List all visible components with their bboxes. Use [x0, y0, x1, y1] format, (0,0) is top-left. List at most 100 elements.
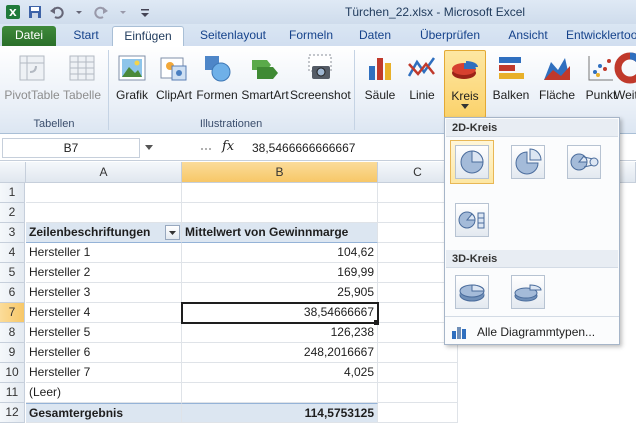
- row-header[interactable]: 7: [0, 303, 25, 323]
- pivot-row-header-cell[interactable]: Zeilenbeschriftungen: [26, 223, 182, 243]
- cell[interactable]: [182, 203, 378, 223]
- column-header-b[interactable]: B: [182, 162, 378, 183]
- redo-icon[interactable]: [92, 3, 110, 21]
- pivot-total-label[interactable]: Gesamtergebnis: [26, 403, 182, 423]
- option-tile: [567, 145, 601, 179]
- pivot-value[interactable]: 248,2016667: [182, 343, 378, 363]
- row-header[interactable]: 3: [0, 223, 25, 243]
- tab-datei[interactable]: Datei: [2, 26, 56, 46]
- row-header[interactable]: 12: [0, 403, 25, 423]
- select-all-corner[interactable]: [0, 162, 26, 183]
- donut-chart-icon: [614, 52, 636, 84]
- row-header[interactable]: 2: [0, 203, 25, 223]
- dropdown-arrow-icon[interactable]: [114, 3, 132, 21]
- save-icon[interactable]: [26, 3, 44, 21]
- row-header[interactable]: 9: [0, 343, 25, 363]
- quick-access-toolbar: X: [4, 3, 154, 21]
- tab-daten[interactable]: Daten: [352, 26, 398, 46]
- pivot-value[interactable]: 126,238: [182, 323, 378, 343]
- tab-entwicklertools[interactable]: Entwicklertools: [566, 26, 636, 46]
- option-tile: [455, 275, 489, 309]
- balken-button[interactable]: Balken: [488, 50, 534, 112]
- row-header[interactable]: 4: [0, 243, 25, 263]
- insert-function-button[interactable]: fx: [222, 139, 234, 154]
- option-tile: [511, 275, 545, 309]
- tab-einfuegen[interactable]: Einfügen: [112, 26, 184, 46]
- pivot-value[interactable]: 4,025: [182, 363, 378, 383]
- customize-toolbar-icon[interactable]: [136, 3, 154, 21]
- tab-ansicht[interactable]: Ansicht: [500, 26, 556, 46]
- name-box[interactable]: B7: [2, 138, 140, 158]
- pie-2d-option[interactable]: [450, 140, 494, 184]
- table-icon: [69, 55, 95, 81]
- fill-handle[interactable]: [374, 320, 379, 325]
- smartart-button[interactable]: SmartArt: [240, 50, 290, 112]
- pivot-value[interactable]: [182, 383, 378, 403]
- cell[interactable]: [378, 343, 458, 363]
- all-chart-types-link[interactable]: Alle Diagrammtypen...: [451, 324, 595, 340]
- pivot-row-label[interactable]: Hersteller 1: [26, 243, 182, 263]
- exploded-pie-2d-option[interactable]: [506, 140, 550, 184]
- saeule-button[interactable]: Säule: [360, 50, 400, 112]
- dropdown-arrow-icon[interactable]: [70, 3, 88, 21]
- weitere-button[interactable]: Weit: [614, 50, 636, 112]
- window-title: Türchen_22.xlsx - Microsoft Excel: [345, 5, 526, 19]
- cell[interactable]: [26, 183, 182, 203]
- formen-button[interactable]: Formen: [196, 50, 238, 112]
- cell[interactable]: [26, 203, 182, 223]
- picture-icon: [118, 55, 146, 81]
- chevron-down-icon: [461, 104, 469, 109]
- option-tile: [455, 145, 489, 179]
- option-tile: [511, 145, 545, 179]
- pivot-total-value[interactable]: 114,5753125: [182, 403, 378, 423]
- cell[interactable]: [378, 383, 458, 403]
- tab-start[interactable]: Start: [66, 26, 106, 46]
- title-bar: X Türchen_22.xlsx - Microsoft Excel: [0, 0, 636, 24]
- undo-icon[interactable]: [48, 3, 66, 21]
- row-header[interactable]: 5: [0, 263, 25, 283]
- pivot-value[interactable]: 104,62: [182, 243, 378, 263]
- group-label-tabellen: Tabellen: [33, 118, 75, 130]
- row-header[interactable]: 1: [0, 183, 25, 203]
- cell[interactable]: [378, 363, 458, 383]
- pivot-row-label[interactable]: Hersteller 3: [26, 283, 182, 303]
- row-header[interactable]: 11: [0, 383, 25, 403]
- pie-of-pie-option[interactable]: [562, 140, 606, 184]
- pie-3d-option[interactable]: [450, 270, 494, 314]
- cell[interactable]: [182, 183, 378, 203]
- tabelle-button[interactable]: Tabelle: [60, 50, 104, 112]
- clipart-button[interactable]: ClipArt: [154, 50, 194, 112]
- exploded-pie-3d-option[interactable]: [506, 270, 550, 314]
- bar-of-pie-option[interactable]: [450, 198, 494, 242]
- tab-formeln[interactable]: Formeln: [284, 26, 338, 46]
- row-header[interactable]: 8: [0, 323, 25, 343]
- filter-dropdown-button[interactable]: [165, 225, 180, 240]
- tab-ueberpruefen[interactable]: Überprüfen: [412, 26, 488, 46]
- pivot-value[interactable]: 169,99: [182, 263, 378, 283]
- pivot-row-label[interactable]: Hersteller 2: [26, 263, 182, 283]
- row-header[interactable]: 10: [0, 363, 25, 383]
- linie-button[interactable]: Linie: [402, 50, 442, 112]
- flaeche-button[interactable]: Fläche: [534, 50, 580, 112]
- chevron-down-icon[interactable]: [144, 144, 154, 152]
- kreis-button[interactable]: Kreis: [444, 50, 486, 118]
- formula-input[interactable]: 38,5466666666667: [252, 141, 355, 155]
- group-separator: [354, 50, 355, 130]
- pivot-value[interactable]: 25,905: [182, 283, 378, 303]
- row-header[interactable]: 6: [0, 283, 25, 303]
- pivot-row-label[interactable]: Hersteller 6: [26, 343, 182, 363]
- pivot-row-label[interactable]: Hersteller 5: [26, 323, 182, 343]
- pivottable-button[interactable]: PivotTable: [4, 50, 60, 112]
- grafik-button[interactable]: Grafik: [112, 50, 152, 112]
- screenshot-button[interactable]: Screenshot: [290, 50, 351, 112]
- pivot-value-header-cell[interactable]: Mittelwert von Gewinnmarge: [182, 223, 378, 243]
- cell[interactable]: [378, 403, 458, 423]
- exploded-pie-icon: [515, 148, 542, 175]
- column-header-a[interactable]: A: [26, 162, 182, 183]
- tab-seitenlayout[interactable]: Seitenlayout: [194, 26, 272, 46]
- pivot-row-label[interactable]: (Leer): [26, 383, 182, 403]
- line-chart-icon: [407, 57, 436, 77]
- excel-icon[interactable]: X: [4, 3, 22, 21]
- pivot-row-label[interactable]: Hersteller 4: [26, 303, 182, 323]
- pivot-row-label[interactable]: Hersteller 7: [26, 363, 182, 383]
